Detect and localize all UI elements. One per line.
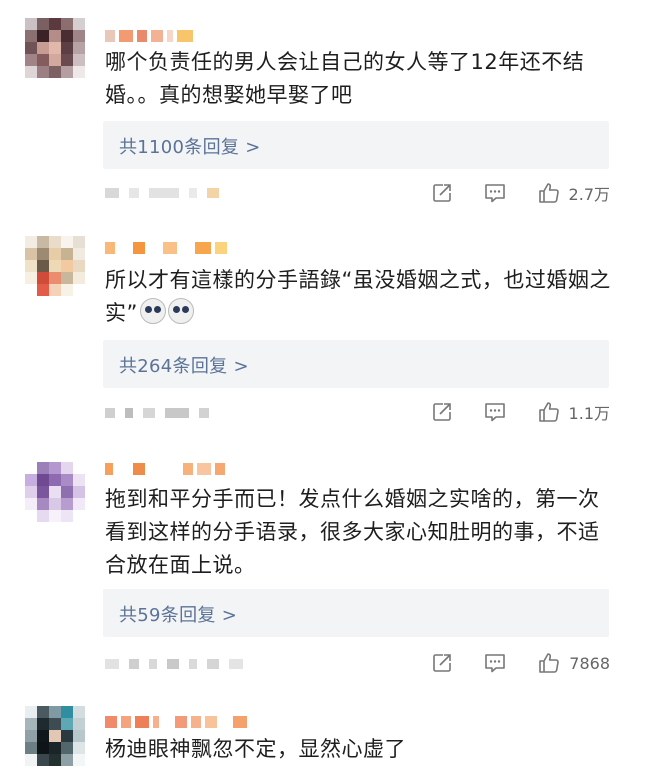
share-icon[interactable]: [431, 401, 453, 423]
like-button[interactable]: 7868: [537, 651, 610, 675]
username-blurred[interactable]: [105, 461, 225, 477]
share-icon[interactable]: [431, 182, 453, 204]
thumbs-up-icon: [538, 183, 559, 203]
like-count: 2.7万: [568, 185, 610, 204]
username-blurred[interactable]: [105, 240, 227, 256]
thumbs-up-icon: [538, 402, 559, 422]
avatar[interactable]: [25, 18, 85, 78]
comment-text: 所以才有這樣的分手語錄“虽没婚姻之式，也过婚姻之实”: [105, 264, 615, 330]
reply-summary[interactable]: 共59条回复 >: [103, 589, 609, 637]
comment-actions: 2.7万: [401, 179, 610, 207]
comment-actions: 7868: [401, 649, 610, 677]
avatar[interactable]: [25, 236, 85, 296]
comment-icon[interactable]: [483, 182, 507, 204]
emoji-icon: [167, 298, 194, 324]
timestamp-blurred: [105, 186, 219, 200]
comment-actions: 1.1万: [401, 398, 610, 426]
like-button[interactable]: 1.1万: [537, 400, 610, 424]
avatar[interactable]: [25, 706, 85, 766]
share-icon[interactable]: [431, 652, 453, 674]
reply-count-link[interactable]: 共264条回复 >: [119, 352, 249, 378]
comment-icon[interactable]: [483, 401, 507, 423]
username-blurred[interactable]: [105, 28, 193, 44]
emoji-icon: [139, 298, 166, 324]
comment-text: 哪个负责任的男人会让自己的女人等了12年还不结婚。。真的想娶她早娶了吧: [105, 50, 585, 107]
reply-summary[interactable]: 共264条回复 >: [103, 340, 609, 388]
reply-summary[interactable]: 共1100条回复 >: [103, 121, 609, 169]
comment-icon[interactable]: [483, 652, 507, 674]
thumbs-up-icon: [539, 653, 560, 673]
username-blurred[interactable]: [105, 714, 247, 730]
avatar[interactable]: [25, 462, 85, 522]
reply-count-link[interactable]: 共1100条回复 >: [119, 133, 261, 159]
comment-text: 杨迪眼神飘忽不定，显然心虚了: [105, 737, 406, 761]
like-count: 1.1万: [568, 404, 610, 423]
reply-count-link[interactable]: 共59条回复 >: [119, 601, 237, 627]
comment-text: 拖到和平分手而已！发点什么婚姻之实啥的，第一次看到这样的分手语录，很多大家心知肚…: [105, 487, 600, 577]
like-count: 7868: [569, 653, 610, 673]
timestamp-blurred: [105, 406, 209, 420]
like-button[interactable]: 2.7万: [537, 181, 610, 205]
timestamp-blurred: [105, 657, 243, 671]
